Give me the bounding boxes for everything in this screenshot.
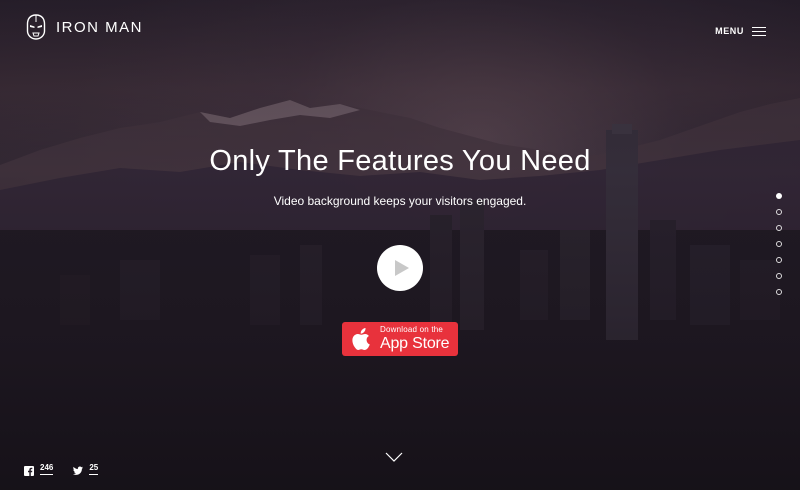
play-icon (394, 260, 409, 276)
app-store-big-text: App Store (380, 335, 450, 352)
twitter-share[interactable]: 25 (73, 463, 99, 476)
brand-logo[interactable]: IRON MAN (26, 14, 143, 40)
pager-dot-2[interactable] (776, 209, 782, 215)
pager-dot-3[interactable] (776, 225, 782, 231)
pager-dot-1[interactable] (776, 193, 782, 199)
app-store-text: Download on the App Store (380, 325, 450, 352)
facebook-count: 246 (40, 463, 54, 475)
hero-headline: Only The Features You Need (209, 145, 591, 177)
iron-man-helmet-icon (26, 14, 46, 40)
pager-dot-6[interactable] (776, 273, 782, 279)
hero-subline: Video background keeps your visitors eng… (273, 194, 527, 208)
menu-button[interactable]: MENU (715, 26, 766, 36)
facebook-share[interactable]: 246 (24, 463, 54, 476)
pager-dot-4[interactable] (776, 241, 782, 247)
menu-label: MENU (715, 26, 744, 36)
app-store-small-text: Download on the (380, 325, 444, 334)
slide-pager (776, 193, 782, 295)
facebook-icon (24, 466, 34, 476)
pager-dot-5[interactable] (776, 257, 782, 263)
hamburger-icon (752, 26, 766, 36)
twitter-icon (73, 466, 84, 475)
pager-dot-7[interactable] (776, 289, 782, 295)
social-links: 246 25 (24, 463, 99, 476)
chevron-down-icon[interactable] (385, 452, 403, 463)
play-video-button[interactable] (377, 245, 423, 291)
app-store-button[interactable]: Download on the App Store (342, 322, 458, 356)
hero-section: IRON MAN MENU Only The Features You Need… (0, 0, 800, 490)
apple-icon (352, 328, 370, 350)
twitter-count: 25 (89, 463, 99, 475)
brand-name: IRON MAN (56, 18, 143, 36)
